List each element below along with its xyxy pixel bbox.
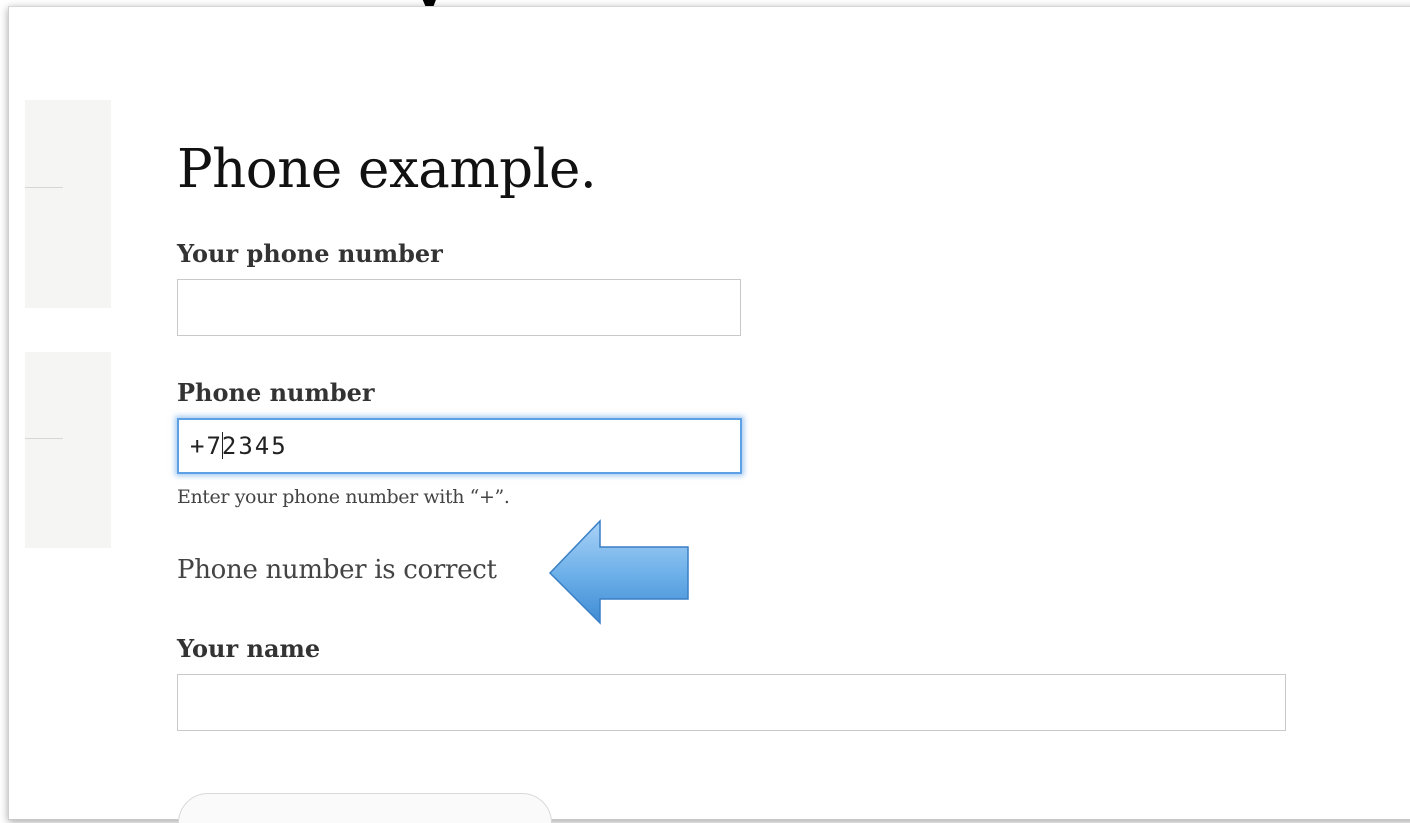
submit-button[interactable] xyxy=(178,793,552,823)
side-panel-top xyxy=(25,100,111,308)
side-panel-divider xyxy=(25,187,63,188)
left-arrow-icon xyxy=(548,519,689,625)
name-input[interactable] xyxy=(177,674,1286,731)
phone-number-field-label: Phone number xyxy=(177,378,375,407)
screenshot-stage: y Phone example. Your phone number Phone… xyxy=(0,0,1410,823)
phone-field-label: Your phone number xyxy=(177,239,443,268)
phone-number-value-after-caret: 2345 xyxy=(221,432,288,460)
phone-validation-message: Phone number is correct xyxy=(177,555,497,585)
phone-number-input[interactable]: +72345 xyxy=(177,418,742,474)
phone-number-value-before-caret: +7 xyxy=(190,432,223,460)
phone-number-hint: Enter your phone number with “+”. xyxy=(177,486,510,508)
phone-input[interactable] xyxy=(177,279,741,336)
side-panel-divider xyxy=(25,438,63,439)
name-field-label: Your name xyxy=(177,634,321,663)
side-panel-bottom xyxy=(25,352,111,548)
page-title: Phone example. xyxy=(177,139,597,200)
